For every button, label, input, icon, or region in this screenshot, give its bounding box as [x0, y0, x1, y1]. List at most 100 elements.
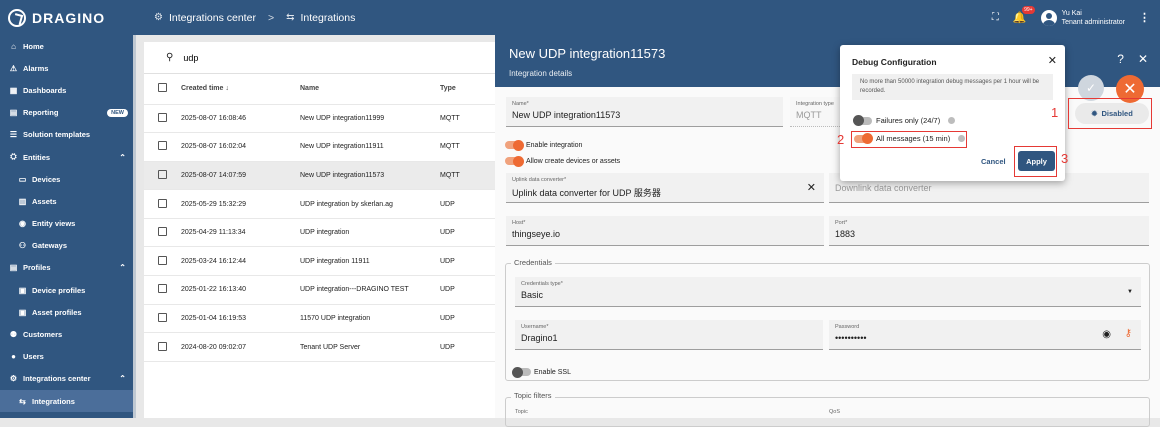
- asset-profile-icon: ▣: [18, 307, 27, 317]
- help-icon[interactable]: ?: [1117, 52, 1124, 66]
- close-icon[interactable]: ✕: [1138, 52, 1148, 66]
- sidebar-item-dashboards[interactable]: ▦ Dashboards: [0, 79, 136, 101]
- row-time: 2025-04-29 11:13:34: [167, 218, 300, 248]
- credentials-type-select[interactable]: Credentials type* Basic ▼: [515, 277, 1141, 307]
- visibility-off-icon[interactable]: ◉: [1102, 329, 1111, 340]
- profiles-icon: ▤: [9, 263, 18, 273]
- annotation-box-3: [1014, 146, 1057, 177]
- cancel-button[interactable]: Cancel: [981, 157, 1006, 166]
- help-icon[interactable]: [948, 117, 956, 124]
- row-checkbox[interactable]: [158, 112, 167, 122]
- table-row[interactable]: 2025-01-22 16:13:40 UDP integration---DRA…: [144, 275, 504, 305]
- password-field[interactable]: Password •••••••••• ◉ ⚷: [829, 320, 1141, 350]
- username-field[interactable]: Username* Dragino1: [515, 320, 823, 350]
- name-field[interactable]: Name* New UDP integration11573: [506, 97, 783, 127]
- row-name: UDP integration by skerlan.ag: [300, 189, 440, 219]
- enable-integration-label: Enable integration: [526, 141, 583, 149]
- failures-only-label: Failures only (24/7): [876, 116, 941, 125]
- sidebar-item-label: Alarms: [23, 63, 49, 73]
- more-vert-icon[interactable]: ⋮: [1139, 11, 1150, 24]
- breadcrumb-integrations-center[interactable]: Integrations center: [169, 12, 256, 24]
- sidebar-item-integrations-center[interactable]: ⚙ Integrations center ⌃: [0, 368, 136, 390]
- row-time: 2025-05-29 15:32:29: [167, 189, 300, 219]
- sidebar-item-solution-templates[interactable]: ☰ Solution templates: [0, 124, 136, 146]
- sidebar-item-entities[interactable]: ⛭ Entities ⌃: [0, 146, 136, 168]
- sidebar-item-asset-profiles[interactable]: ▣ Asset profiles: [0, 301, 136, 323]
- row-checkbox[interactable]: [158, 169, 167, 179]
- table-row[interactable]: 2025-08-07 16:08:46 New UDP integration11…: [144, 104, 504, 134]
- annotation-number-2: 2: [837, 132, 845, 147]
- row-checkbox[interactable]: [158, 255, 167, 265]
- user-name: Yu Kai: [1061, 9, 1082, 17]
- row-time: 2025-08-07 14:07:59: [167, 161, 300, 191]
- sidebar-item-reporting[interactable]: ▤ Reporting NEW: [0, 102, 136, 124]
- sidebar-item-home[interactable]: ⌂ Home: [0, 35, 136, 57]
- enable-ssl-toggle[interactable]: Enable SSL: [512, 366, 571, 378]
- key-icon[interactable]: ⚷: [1125, 328, 1132, 339]
- sidebar-item-assets[interactable]: ▥ Assets: [0, 190, 136, 212]
- select-all-checkbox[interactable]: [158, 83, 167, 93]
- row-time: 2025-08-07 16:08:46: [167, 104, 300, 134]
- table-row[interactable]: 2025-04-29 11:13:34 UDP integration UDP: [144, 218, 504, 248]
- column-name[interactable]: Name: [300, 74, 440, 105]
- row-checkbox[interactable]: [158, 141, 167, 151]
- column-created-time[interactable]: Created time ↓: [167, 74, 300, 105]
- annotation-box-1: [1068, 98, 1152, 129]
- annotation-box-2: [851, 131, 967, 148]
- sidebar-item-users[interactable]: ● Users: [0, 346, 136, 368]
- home-icon: ⌂: [11, 41, 16, 51]
- row-name: New UDP integration11573: [300, 161, 440, 191]
- topic-label: Topic: [515, 409, 528, 415]
- row-checkbox[interactable]: [158, 341, 167, 351]
- host-field[interactable]: Host* thingseye.io: [506, 216, 824, 246]
- sidebar-scrollbar[interactable]: [133, 35, 136, 418]
- table-row-selected[interactable]: 2025-08-07 14:07:59 New UDP integration11…: [144, 161, 504, 191]
- row-name: Tenant UDP Server: [300, 332, 440, 362]
- logo[interactable]: DRAGINO: [0, 8, 136, 27]
- sidebar-item-integrations[interactable]: ⇆ Integrations: [0, 390, 136, 413]
- sidebar-item-alarms[interactable]: ⚠ Alarms: [0, 57, 136, 79]
- new-badge: NEW: [107, 108, 128, 117]
- sidebar-item-label: Gateways: [32, 241, 68, 251]
- row-checkbox[interactable]: [158, 227, 167, 237]
- sidebar-item-label: Devices: [32, 174, 61, 184]
- dropdown-arrow-icon: ▼: [1127, 289, 1133, 295]
- row-checkbox[interactable]: [158, 284, 167, 294]
- user-menu[interactable]: Yu Kai Tenant administrator: [1040, 9, 1125, 27]
- integration-type-value: MQTT: [796, 110, 822, 120]
- notifications-button[interactable]: 🔔 99+: [1013, 6, 1035, 24]
- sidebar-item-entity-views[interactable]: ◉ Entity views: [0, 213, 136, 235]
- port-field[interactable]: Port* 1883: [829, 216, 1149, 246]
- fullscreen-icon[interactable]: ⛶: [992, 12, 999, 23]
- topic-filters-section: [505, 397, 1150, 427]
- allow-create-label: Allow create devices or assets: [526, 157, 621, 165]
- table-row[interactable]: 2025-08-07 16:02:04 New UDP integration11…: [144, 132, 504, 162]
- search-input[interactable]: [183, 52, 384, 63]
- row-name: UDP integration---DRAGINO TEST: [300, 275, 440, 305]
- enable-integration-toggle[interactable]: Enable integration: [505, 139, 583, 151]
- notification-badge: 99+: [1022, 6, 1035, 14]
- row-checkbox[interactable]: [158, 198, 167, 208]
- table-row[interactable]: 2025-05-29 15:32:29 UDP integration by sk…: [144, 189, 504, 219]
- sidebar-item-devices[interactable]: ▭ Devices: [0, 168, 136, 190]
- clear-icon[interactable]: ✕: [807, 181, 816, 194]
- table-row[interactable]: 2024-08-20 09:02:07 Tenant UDP Server UDP: [144, 332, 504, 362]
- close-icon[interactable]: ✕: [1048, 54, 1057, 67]
- row-checkbox[interactable]: [158, 312, 167, 322]
- sidebar-item-customers[interactable]: ⚉ Customers: [0, 323, 136, 345]
- integrations-icon: ⇆: [286, 12, 295, 23]
- table-row[interactable]: 2025-03-24 16:12:44 UDP integration 11911…: [144, 246, 504, 277]
- row-name: New UDP integration11999: [300, 104, 440, 134]
- chevron-up-icon: ⌃: [119, 263, 126, 273]
- failures-only-option[interactable]: Failures only (24/7): [853, 115, 956, 126]
- integrations-icon: ⇆: [19, 396, 26, 406]
- uplink-converter-field[interactable]: Uplink data converter* Uplink data conve…: [506, 173, 824, 203]
- allow-create-toggle[interactable]: Allow create devices or assets: [505, 155, 621, 167]
- sidebar-item-device-profiles[interactable]: ▣ Device profiles: [0, 279, 136, 301]
- sidebar-item-gateways[interactable]: ⚇ Gateways: [0, 235, 136, 257]
- row-time: 2025-08-07 16:02:04: [167, 132, 300, 162]
- credentials-title: Credentials: [511, 258, 555, 267]
- toggle-switch-on: [505, 155, 524, 167]
- table-row[interactable]: 2025-01-04 16:19:53 11570 UDP integration…: [144, 304, 504, 334]
- sidebar-item-profiles[interactable]: ▤ Profiles ⌃: [0, 257, 136, 279]
